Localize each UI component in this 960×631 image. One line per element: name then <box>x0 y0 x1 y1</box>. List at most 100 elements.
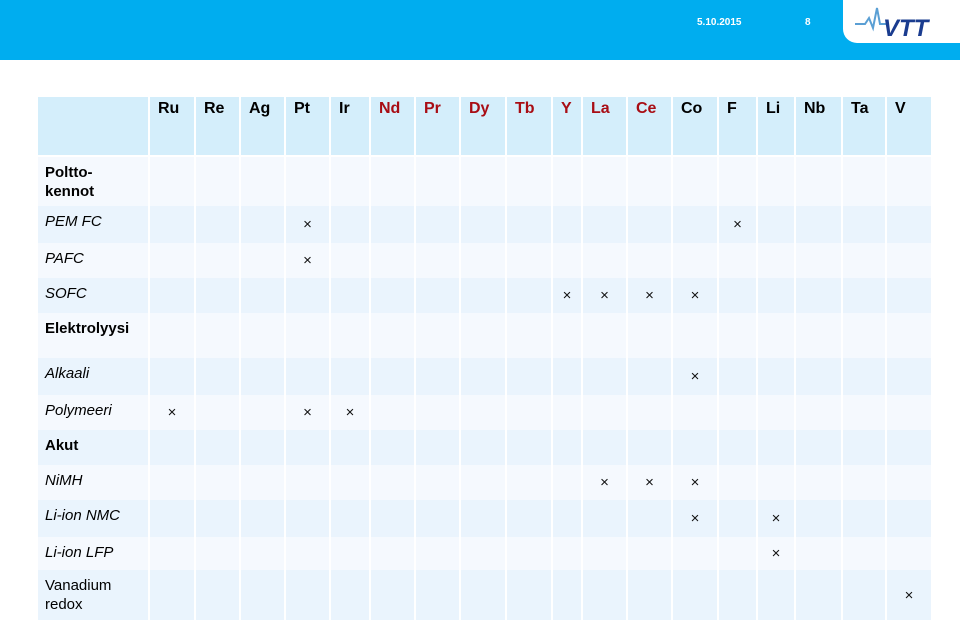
column-header-pr: Pr <box>416 97 459 155</box>
cell-nb <box>796 358 841 395</box>
cell-v <box>887 206 931 243</box>
cell-re <box>196 500 239 537</box>
x-mark-icon: × <box>345 404 355 421</box>
cell-la <box>583 537 626 570</box>
cell-nb <box>796 500 841 537</box>
row-label: Polymeeri <box>38 395 148 430</box>
cell-co <box>673 157 717 206</box>
table-row: PEM FC × × <box>38 206 931 243</box>
cell-tb <box>507 395 551 430</box>
materials-matrix: Ru Re Ag Pt Ir Nd Pr Dy Tb Y La Ce Co F Li Nb Ta V Poltto… <box>36 97 933 620</box>
cell-nb <box>796 243 841 278</box>
cell-ag <box>241 430 284 465</box>
cell-ir <box>331 537 369 570</box>
cell-ag <box>241 537 284 570</box>
column-header-f: F <box>719 97 756 155</box>
slide-page-number: 8 <box>805 17 811 28</box>
cell-v <box>887 278 931 313</box>
cell-la <box>583 500 626 537</box>
cell-ta <box>843 243 885 278</box>
column-header-ta: Ta <box>843 97 885 155</box>
cell-f <box>719 313 756 358</box>
cell-ru <box>150 278 194 313</box>
cell-re <box>196 243 239 278</box>
cell-ru <box>150 430 194 465</box>
x-mark-icon: × <box>600 287 609 304</box>
cell-f <box>719 570 756 620</box>
cell-v <box>887 157 931 206</box>
cell-ta <box>843 278 885 313</box>
cell-v <box>887 395 931 430</box>
cell-co <box>673 570 717 620</box>
cell-ag <box>241 157 284 206</box>
cell-ir <box>331 465 369 500</box>
column-header-y: Y <box>553 97 581 155</box>
cell-f <box>719 537 756 570</box>
cell-pr <box>416 358 459 395</box>
cell-ir <box>331 358 369 395</box>
x-mark-icon: × <box>303 216 312 233</box>
x-mark-icon: × <box>690 510 700 527</box>
cell-f <box>719 243 756 278</box>
cell-y <box>553 206 581 243</box>
table-row: Alkaali × <box>38 358 931 395</box>
cell-tb <box>507 430 551 465</box>
cell-ce <box>628 157 671 206</box>
cell-co: × <box>673 500 717 537</box>
cell-pt <box>286 278 329 313</box>
cell-pr <box>416 243 459 278</box>
cell-la <box>583 430 626 465</box>
row-label: PAFC <box>38 243 148 278</box>
cell-ta <box>843 570 885 620</box>
cell-nd <box>371 243 414 278</box>
cell-ru <box>150 206 194 243</box>
cell-ru: × <box>150 395 194 430</box>
cell-pr <box>416 537 459 570</box>
cell-pt: × <box>286 243 329 278</box>
x-mark-icon: × <box>303 404 312 421</box>
cell-ag <box>241 465 284 500</box>
cell-v <box>887 243 931 278</box>
cell-ce <box>628 500 671 537</box>
cell-y <box>553 313 581 358</box>
cell-ir <box>331 278 369 313</box>
cell-dy <box>461 206 505 243</box>
cell-li: × <box>758 500 794 537</box>
cell-la: × <box>583 278 626 313</box>
table-row: Polymeeri × × × <box>38 395 931 430</box>
column-header-ag: Ag <box>241 97 284 155</box>
cell-ru <box>150 157 194 206</box>
cell-y <box>553 500 581 537</box>
cell-ce <box>628 206 671 243</box>
cell-dy <box>461 570 505 620</box>
cell-ta <box>843 500 885 537</box>
cell-nb <box>796 313 841 358</box>
cell-ru <box>150 570 194 620</box>
cell-v <box>887 313 931 358</box>
row-label: Li-ion LFP <box>38 537 148 570</box>
cell-ir <box>331 243 369 278</box>
cell-ta <box>843 537 885 570</box>
cell-re <box>196 570 239 620</box>
cell-tb <box>507 537 551 570</box>
cell-pt <box>286 465 329 500</box>
cell-pt <box>286 430 329 465</box>
column-header-nb: Nb <box>796 97 841 155</box>
cell-pr <box>416 500 459 537</box>
cell-re <box>196 206 239 243</box>
table-row: SOFC × × × × <box>38 278 931 313</box>
cell-ag <box>241 358 284 395</box>
cell-pr <box>416 395 459 430</box>
row-label: Akut <box>38 430 148 465</box>
cell-pr <box>416 157 459 206</box>
column-header-la: La <box>583 97 626 155</box>
cell-ir: × <box>331 395 369 430</box>
row-label: SOFC <box>38 278 148 313</box>
cell-ce <box>628 537 671 570</box>
row-label: Li-ion NMC <box>38 500 148 537</box>
column-header-ru: Ru <box>150 97 194 155</box>
cell-nb <box>796 570 841 620</box>
row-label: Vanadium redox <box>38 570 148 620</box>
cell-ce: × <box>628 465 671 500</box>
cell-la <box>583 313 626 358</box>
